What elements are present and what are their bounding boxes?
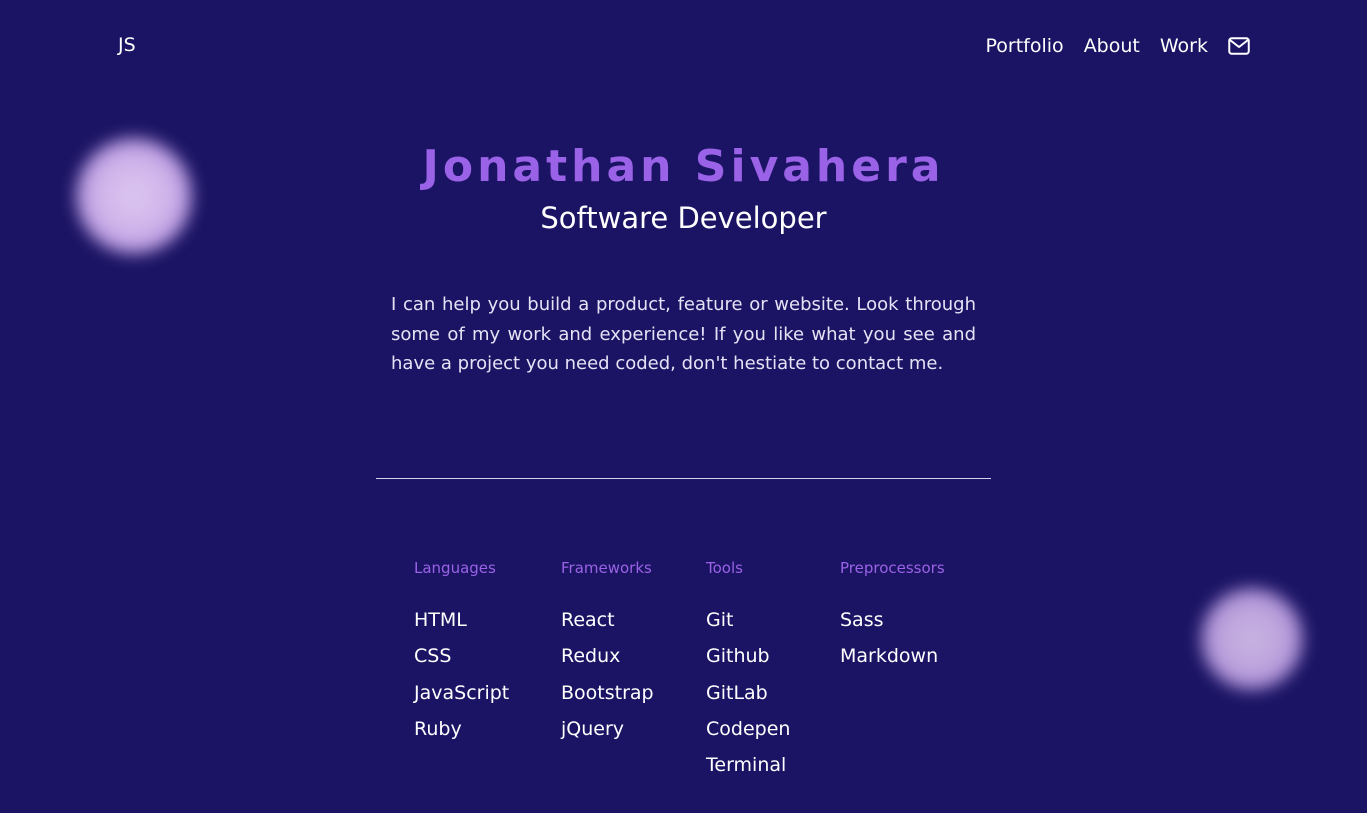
skill-item: Github [706, 645, 770, 668]
nav-link-portfolio[interactable]: Portfolio [986, 34, 1064, 58]
nav-link-work[interactable]: Work [1160, 34, 1208, 58]
skill-item: Redux [561, 645, 621, 668]
envelope-icon[interactable] [1228, 37, 1250, 55]
nav-links: Portfolio About Work [986, 34, 1250, 58]
decorative-orb-right [1201, 588, 1303, 690]
skill-item: Bootstrap [561, 681, 654, 704]
hero-section: Jonathan Sivahera Software Developer [0, 140, 1367, 236]
skill-column-tools: Tools Git Github GitLab Codepen Terminal [706, 556, 790, 783]
nav-link-about[interactable]: About [1084, 34, 1140, 58]
skill-heading: Frameworks [561, 559, 652, 577]
skill-item: Ruby [414, 717, 462, 740]
skill-item: HTML [414, 609, 467, 631]
site-header: JS Portfolio About Work [0, 0, 1367, 92]
skill-item: Markdown [840, 645, 939, 668]
page-title: Jonathan Sivahera [422, 141, 945, 192]
logo-link[interactable]: JS [118, 34, 136, 56]
skill-item: GitLab [706, 681, 768, 704]
skill-item: CSS [414, 645, 452, 668]
section-divider [376, 478, 991, 479]
skill-item: Sass [840, 609, 884, 631]
skill-item: jQuery [561, 717, 625, 740]
skill-heading: Tools [706, 559, 743, 577]
skill-column-preprocessors: Preprocessors Sass Markdown [840, 556, 945, 675]
job-title: Software Developer [540, 201, 827, 235]
intro-paragraph: I can help you build a product, feature … [391, 294, 976, 374]
skill-heading: Preprocessors [840, 559, 945, 577]
skill-column-frameworks: Frameworks React Redux Bootstrap jQuery [561, 556, 654, 747]
skill-item: React [561, 609, 615, 631]
skill-item: JavaScript [414, 681, 510, 704]
skill-item: Git [706, 609, 734, 631]
skill-item: Terminal [706, 754, 787, 777]
skill-column-languages: Languages HTML CSS JavaScript Ruby [414, 556, 509, 747]
skill-heading: Languages [414, 559, 496, 577]
skill-item: Codepen [706, 717, 791, 740]
